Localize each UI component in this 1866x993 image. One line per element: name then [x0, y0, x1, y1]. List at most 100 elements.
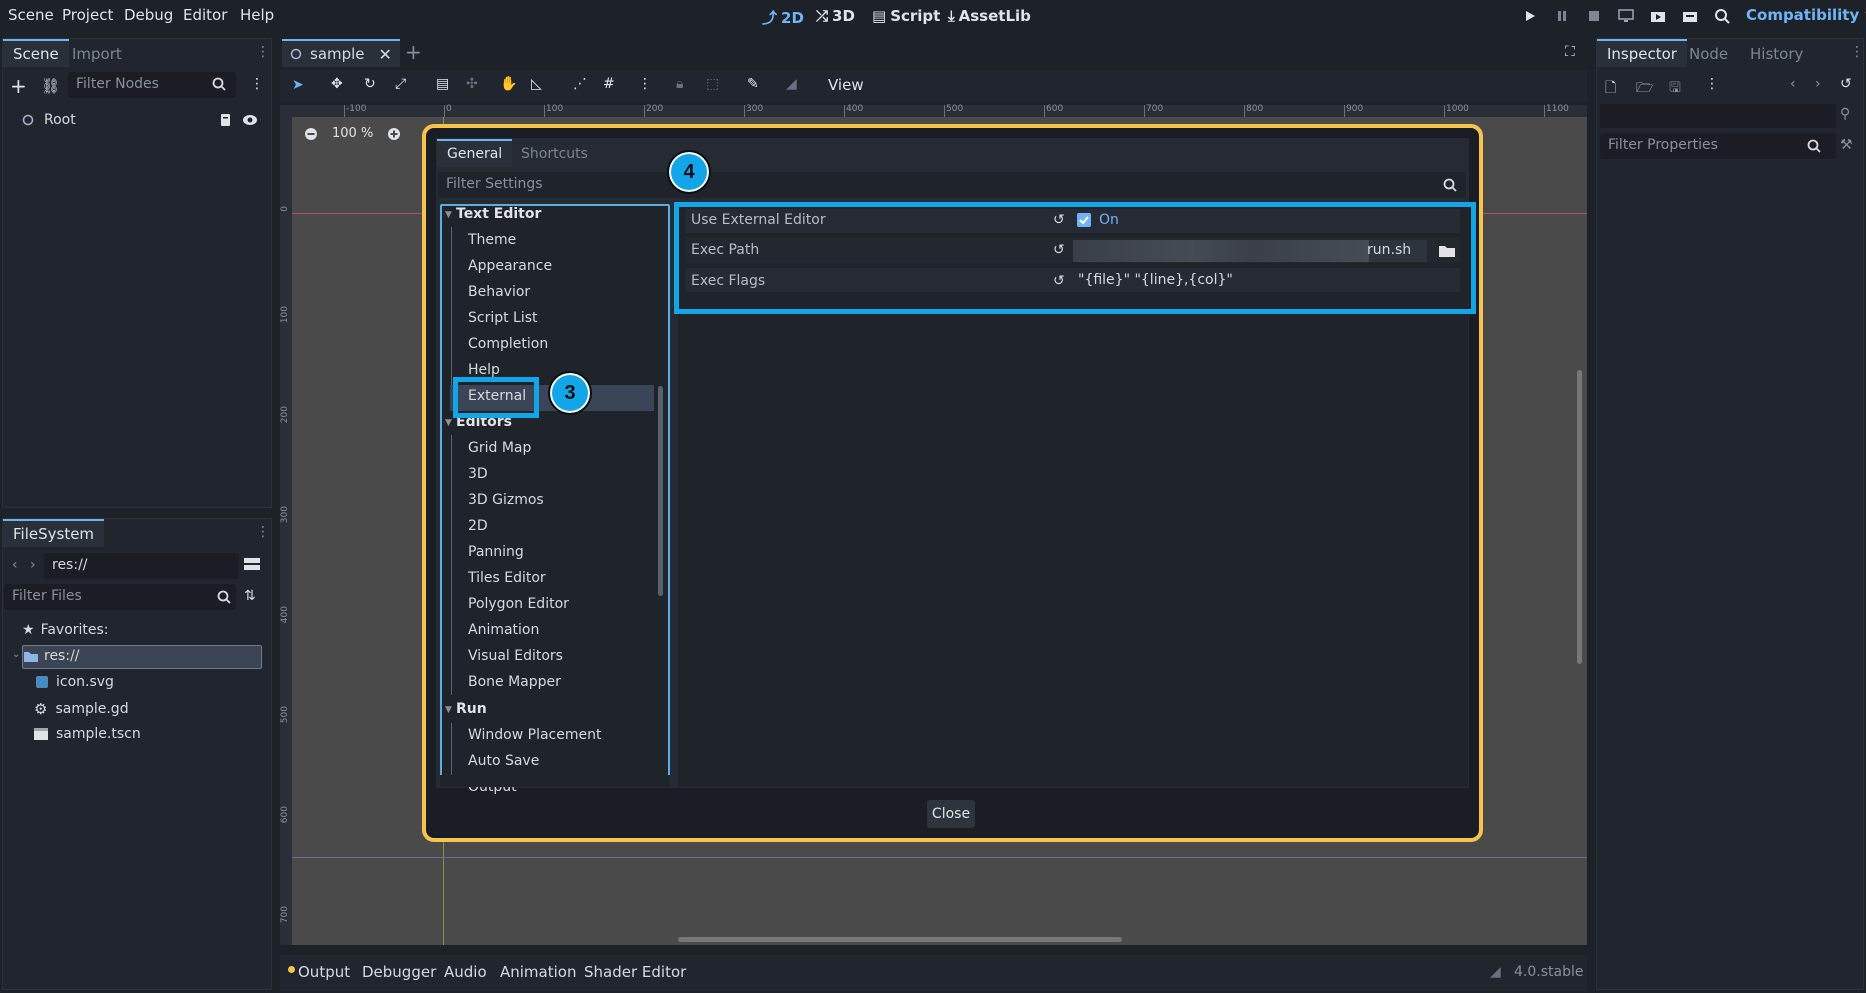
tree-node-root[interactable]: Root: [22, 112, 76, 128]
forward-arrow-icon[interactable]: ›: [1815, 76, 1821, 92]
viewport-hscrollbar[interactable]: [678, 937, 1122, 942]
tree-item-polygon-editor[interactable]: Polygon Editor: [468, 596, 569, 612]
zoom-out-icon[interactable]: [304, 127, 318, 141]
back-arrow-icon[interactable]: ‹: [12, 557, 18, 573]
more-vertical-icon[interactable]: ⋮: [638, 76, 652, 92]
tab-filesystem[interactable]: FileSystem: [3, 519, 105, 547]
close-icon[interactable]: ✕: [379, 45, 392, 64]
filter-files-input[interactable]: Filter Files: [4, 584, 236, 610]
tree-section-run[interactable]: Run: [456, 701, 487, 717]
filesystem-item-sample-gd[interactable]: ⚙ sample.gd: [34, 700, 129, 718]
pause-icon[interactable]: [1552, 7, 1572, 25]
tree-item-bone-mapper[interactable]: Bone Mapper: [468, 674, 561, 690]
forward-arrow-icon[interactable]: ›: [30, 557, 36, 573]
menu-project[interactable]: Project: [62, 6, 113, 24]
tab-output[interactable]: Output: [298, 963, 350, 981]
play-icon[interactable]: [1520, 7, 1540, 25]
tab-sample[interactable]: sample ✕: [282, 39, 400, 67]
tree-item-panning[interactable]: Panning: [468, 544, 524, 560]
tree-item-theme[interactable]: Theme: [468, 232, 516, 248]
more-vertical-icon[interactable]: ⋮: [1850, 44, 1864, 60]
menu-help[interactable]: Help: [240, 6, 274, 24]
tree-item-animation[interactable]: Animation: [468, 622, 539, 638]
tab-import[interactable]: Import: [62, 41, 132, 67]
close-button[interactable]: Close: [927, 800, 975, 828]
menu-editor[interactable]: Editor: [183, 6, 227, 24]
tree-item-visual-editors[interactable]: Visual Editors: [468, 648, 563, 664]
zoom-in-icon[interactable]: [387, 127, 401, 141]
tab-audio[interactable]: Audio: [444, 963, 487, 981]
menu-debug[interactable]: Debug: [124, 6, 173, 24]
sort-icon[interactable]: ⇅: [244, 588, 256, 604]
chevron-down-icon[interactable]: ▼: [445, 705, 452, 715]
tab-debugger[interactable]: Debugger: [362, 963, 436, 981]
skeleton-icon[interactable]: ✎: [747, 76, 759, 92]
filter-settings-input[interactable]: Filter Settings: [438, 172, 1466, 198]
object-selector[interactable]: [1600, 104, 1836, 128]
add-tab-icon[interactable]: +: [405, 40, 422, 64]
mode-assetlib-button[interactable]: ⤓ AssetLib: [948, 7, 1031, 25]
new-resource-icon[interactable]: 🗋︎: [1605, 77, 1616, 101]
tab-general[interactable]: General: [437, 139, 513, 167]
menu-scene[interactable]: Scene: [8, 6, 54, 24]
stop-icon[interactable]: [1584, 7, 1604, 25]
tree-item-3d-gizmos[interactable]: 3D Gizmos: [468, 492, 544, 508]
view-menu-button[interactable]: View: [828, 76, 864, 94]
rotate-tool-icon[interactable]: ↻: [364, 76, 376, 92]
ruler-tool-icon[interactable]: ◺: [531, 76, 542, 92]
smart-snap-icon[interactable]: ⋰: [573, 76, 587, 92]
tree-section-text-editor[interactable]: Text Editor: [456, 206, 541, 222]
filesystem-path-input[interactable]: res://: [44, 553, 239, 579]
move-tool-icon[interactable]: ✥: [331, 76, 343, 92]
chevron-down-icon[interactable]: ⌄: [12, 649, 20, 660]
lock-icon[interactable]: 🔒︎: [676, 76, 683, 92]
list-select-icon[interactable]: ▤: [436, 76, 449, 92]
pivot-tool-icon[interactable]: ✣: [466, 76, 478, 92]
tab-shortcuts[interactable]: Shortcuts: [511, 142, 598, 166]
tab-inspector[interactable]: Inspector: [1597, 39, 1687, 67]
tree-item-auto-save[interactable]: Auto Save: [468, 753, 539, 769]
chevron-down-icon[interactable]: ▼: [445, 418, 452, 428]
tools-icon[interactable]: ⚒: [1840, 137, 1853, 153]
run-custom-scene-icon[interactable]: [1680, 7, 1700, 25]
favorites-item[interactable]: ★ Favorites:: [22, 622, 109, 638]
mode-script-button[interactable]: ▤ Script: [872, 7, 940, 25]
group-icon[interactable]: ⬚: [706, 76, 719, 92]
fullscreen-icon[interactable]: ⛶: [1565, 44, 1575, 60]
more-vertical-icon[interactable]: ⋮: [1705, 76, 1719, 92]
pan-hand-icon[interactable]: ✋: [500, 76, 517, 92]
tree-item-script-list[interactable]: Script List: [468, 310, 538, 326]
tree-item-completion[interactable]: Completion: [468, 336, 548, 352]
tree-item-help[interactable]: Help: [468, 362, 500, 378]
filter-nodes-input[interactable]: Filter Nodes: [68, 72, 236, 98]
tab-node[interactable]: Node: [1679, 41, 1738, 67]
tree-item-2d[interactable]: 2D: [468, 518, 488, 534]
chevron-down-icon[interactable]: ▼: [445, 210, 452, 220]
more-vertical-icon[interactable]: ⋮: [250, 76, 264, 92]
mode-2d-button[interactable]: ⤴ 2D: [762, 7, 804, 28]
history-icon[interactable]: ↺: [1840, 76, 1852, 92]
save-icon[interactable]: 🖫︎: [1669, 77, 1681, 101]
filesystem-item-icon-svg[interactable]: icon.svg: [36, 674, 114, 690]
tree-item-tiles-editor[interactable]: Tiles Editor: [468, 570, 546, 586]
camera-icon[interactable]: ◢: [786, 76, 797, 92]
zoom-level[interactable]: 100 %: [332, 126, 373, 141]
add-node-icon[interactable]: +: [10, 74, 27, 98]
tab-animation[interactable]: Animation: [500, 963, 576, 981]
viewport-vscrollbar[interactable]: [1577, 370, 1582, 664]
remote-debug-icon[interactable]: [1616, 7, 1636, 25]
tab-shader-editor[interactable]: Shader Editor: [584, 963, 686, 981]
tree-item-window-placement[interactable]: Window Placement: [468, 727, 602, 743]
tree-scrollbar[interactable]: [658, 386, 663, 596]
movie-maker-icon[interactable]: [1712, 7, 1732, 25]
back-arrow-icon[interactable]: ‹: [1790, 76, 1796, 92]
split-view-icon[interactable]: [244, 556, 260, 572]
more-vertical-icon[interactable]: ⋮: [256, 44, 270, 60]
mode-3d-button[interactable]: ⤮ 3D: [816, 7, 855, 25]
tree-item-appearance[interactable]: Appearance: [468, 258, 552, 274]
scale-tool-icon[interactable]: ⤢: [395, 76, 406, 92]
filesystem-item-sample-tscn[interactable]: sample.tscn: [34, 726, 141, 742]
tab-history[interactable]: History: [1740, 41, 1813, 67]
tab-scene[interactable]: Scene: [3, 39, 69, 67]
renderer-select[interactable]: Compatibility ▼: [1746, 6, 1866, 24]
